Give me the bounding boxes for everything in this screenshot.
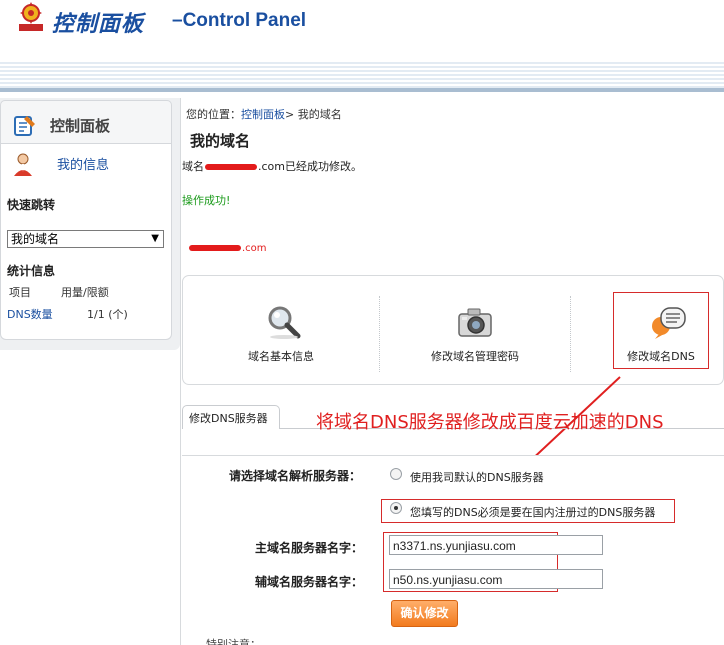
tab-modify-dns[interactable]: 修改DNS服务器: [182, 405, 280, 429]
gear-logo-icon: [19, 2, 43, 31]
breadcrumb-link[interactable]: 控制面板: [241, 108, 285, 121]
stats-row-name[interactable]: DNS数量: [7, 306, 53, 322]
sidebar: 控制面板 我的信息 快速跳转 我的域名 ▼ 统计信息 项目 用量/限额 DNS数…: [0, 98, 180, 350]
sidebar-panel: 我的信息 快速跳转 我的域名 ▼ 统计信息 项目 用量/限额 DNS数量 1/1…: [0, 144, 172, 340]
secondary-dns-label: 辅域名服务器名字：: [255, 575, 364, 589]
content-divider: [180, 98, 181, 645]
breadcrumb-prefix: 您的位置：: [186, 108, 241, 121]
person-icon: [14, 153, 32, 176]
radio-default-dns[interactable]: [390, 468, 402, 480]
confirm-button[interactable]: 确认修改: [391, 600, 458, 627]
logo-title-cn: 控制面板: [52, 12, 145, 37]
redaction-mark: [205, 164, 257, 170]
tool-change-password[interactable]: 修改域名管理密码: [380, 276, 570, 384]
sidebar-title: 控制面板: [50, 117, 111, 135]
camera-icon: [458, 308, 492, 337]
tool-label: 域名基本信息: [248, 350, 314, 363]
magnifier-icon: [268, 306, 301, 339]
header-divider: [0, 88, 724, 92]
domain-suffix: .com: [242, 243, 267, 254]
special-note: 特别注意：: [206, 638, 261, 645]
domain-tools-panel: 域名基本信息 修改域名管理密码 修改域名DNS: [182, 275, 724, 385]
radio-default-label: 使用我司默认的DNS服务器: [410, 471, 544, 484]
success-message: 域名 .com已经成功修改。: [182, 158, 362, 174]
annotation-text: 将域名DNS服务器修改成百度云加速的DNS: [316, 412, 664, 433]
tool-domain-info[interactable]: 域名基本信息: [183, 276, 379, 384]
quick-jump-select[interactable]: 我的域名 ▼: [7, 230, 164, 248]
quick-jump-label: 快速跳转: [7, 198, 56, 212]
tool-label: 修改域名管理密码: [431, 350, 519, 363]
redaction-mark: [189, 245, 241, 251]
page-title: 我的域名: [190, 132, 251, 150]
primary-dns-label: 主域名服务器名字：: [255, 541, 364, 555]
quick-jump-value: 我的域名: [11, 232, 60, 246]
chevron-down-icon: ▼: [151, 233, 159, 244]
my-info-link[interactable]: 我的信息: [57, 154, 109, 173]
secondary-dns-input[interactable]: [389, 569, 603, 589]
page-header: 控制面板 –Control Panel: [0, 0, 724, 62]
domain-name: .com: [188, 243, 267, 254]
breadcrumb-separator: >: [285, 108, 295, 121]
highlight-box: [613, 292, 709, 369]
stats-row-value: 1/1 (个): [87, 308, 128, 321]
sidebar-header: 控制面板: [0, 100, 172, 144]
primary-dns-input[interactable]: [389, 535, 603, 555]
stats-label: 统计信息: [7, 264, 56, 278]
control-panel-icon: [14, 116, 35, 136]
choose-server-label: 请选择域名解析服务器：: [229, 469, 362, 483]
logo-title-en: –Control Panel: [172, 10, 307, 31]
breadcrumb-current: 我的域名: [297, 108, 342, 121]
radio-custom-label: 您填写的DNS必须是要在国内注册过的DNS服务器: [410, 506, 656, 519]
radio-custom-dns[interactable]: [390, 502, 402, 514]
operation-success: 操作成功!: [182, 194, 231, 207]
message-prefix: 域名: [182, 160, 204, 173]
stats-header-usage: 用量/限额: [61, 286, 109, 299]
message-suffix: .com已经成功修改。: [258, 160, 362, 173]
stats-header-item: 项目: [9, 286, 31, 299]
breadcrumb: 您的位置：控制面板> 我的域名: [186, 106, 342, 122]
